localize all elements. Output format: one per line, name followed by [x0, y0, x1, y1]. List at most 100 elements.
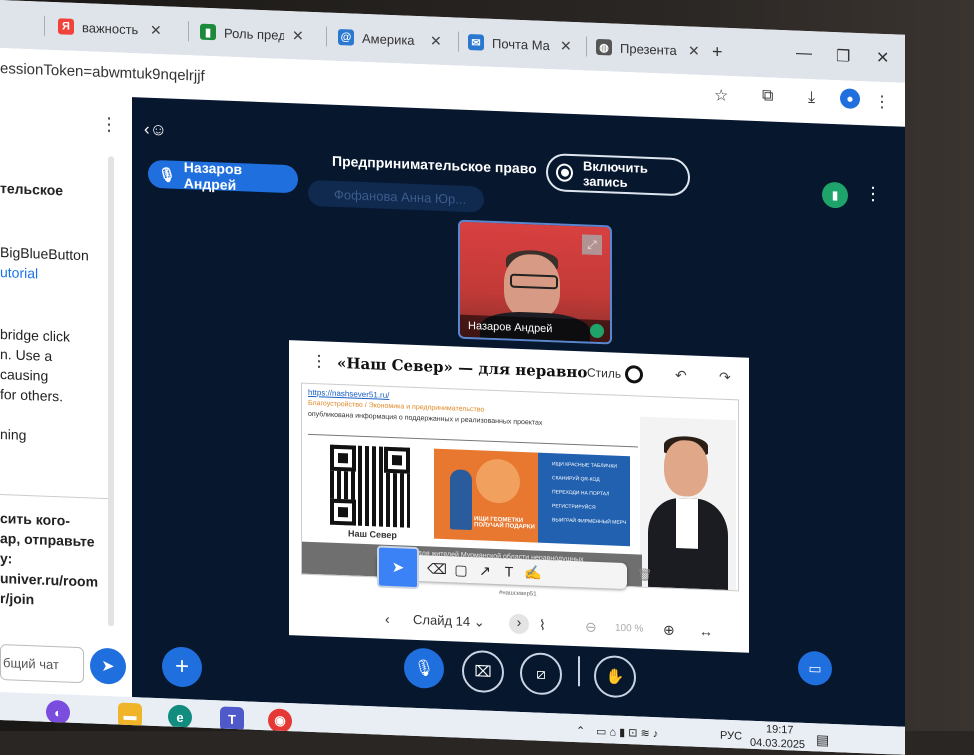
record-label: Включить запись: [583, 158, 648, 191]
arrow-tool-icon[interactable]: ↗: [473, 558, 497, 583]
chat-options-icon[interactable]: ⋮: [100, 114, 118, 136]
blue-banner: ИЩИ КРАСНЫЕ ТАБЛИЧКИ СКАНИРУЙ QR-КОД ПЕР…: [538, 452, 630, 547]
actions-plus-button[interactable]: +: [162, 646, 202, 688]
tab-label: Презента: [620, 40, 677, 58]
edge-icon[interactable]: e: [168, 704, 192, 730]
talking-indicator: 🎙 Назаров Андрей: [148, 159, 298, 194]
zoom-in-icon[interactable]: ⊕: [663, 621, 675, 638]
meeting-options-icon[interactable]: ⋮: [864, 183, 882, 205]
minimize-icon[interactable]: —: [796, 45, 812, 64]
camera-off-button[interactable]: ⌧: [462, 649, 504, 694]
record-button[interactable]: Включить запись: [546, 152, 690, 197]
blue-item: РЕГИСТРИРУЙСЯ: [552, 503, 596, 511]
qr-code-image: [330, 444, 410, 528]
tray-icons[interactable]: ▭ ⌂ ▮ ⊡ ≋ ♪: [596, 725, 658, 740]
undo-icon[interactable]: ↶: [675, 367, 687, 384]
video-mic-icon: [590, 323, 604, 339]
tab-5[interactable]: ✉ Почта Ма ✕: [468, 24, 572, 64]
language-indicator[interactable]: РУС: [720, 730, 742, 743]
fullscreen-icon[interactable]: ⤢: [582, 234, 602, 256]
style-circle-icon[interactable]: [625, 365, 643, 384]
screenshare-button[interactable]: ⧄: [520, 651, 562, 696]
tab-label: Почта Ма: [492, 35, 550, 53]
teams-icon[interactable]: T: [220, 706, 244, 732]
select-tool-icon[interactable]: ➤: [377, 545, 419, 590]
chat-scrollbar[interactable]: [108, 156, 114, 627]
clock-time[interactable]: 19:17: [766, 723, 794, 736]
close-window-icon[interactable]: ✕: [876, 48, 889, 69]
profile-icon[interactable]: ●: [840, 88, 860, 110]
browser-menu-icon[interactable]: ⋮: [874, 92, 890, 113]
notifications-icon[interactable]: ▤: [816, 731, 829, 749]
camera-off-icon: ⌧: [474, 663, 492, 681]
hand-icon: ✋: [605, 668, 625, 686]
yandex-icon: Я: [58, 18, 74, 35]
assistant-icon[interactable]: ◐: [46, 699, 70, 725]
tab-2[interactable]: Я важность ✕: [58, 8, 162, 48]
screenshare-off-icon: ⧄: [536, 665, 546, 683]
zoom-out-icon[interactable]: ⊖: [585, 618, 597, 635]
chat-input[interactable]: бщий чат: [0, 644, 84, 684]
chat-line: causing: [0, 366, 49, 384]
meeting-area: ‹☺ Предпринимательское право Включить за…: [132, 97, 905, 727]
rectangle-tool-icon[interactable]: ▢: [449, 557, 473, 582]
note-tool-icon[interactable]: ✍: [521, 560, 545, 585]
send-button[interactable]: ➤: [90, 647, 126, 685]
chat-line: у:: [0, 550, 13, 567]
eraser-tool-icon[interactable]: ⌫: [425, 556, 449, 581]
redo-icon[interactable]: ↷: [719, 369, 731, 386]
url-field[interactable]: essionToken=abwmtuk9nqelrjjf: [0, 60, 205, 85]
chat-line: univer.ru/room: [0, 570, 99, 590]
next-slide-icon[interactable]: ›: [509, 613, 529, 635]
file-explorer-icon[interactable]: ▬: [118, 702, 142, 728]
chat-line: n. Use a: [0, 346, 53, 365]
actions-divider: [578, 656, 580, 687]
tab-close-icon[interactable]: ✕: [688, 42, 700, 59]
slide-label: Слайд 14: [413, 611, 471, 630]
prev-slide-icon[interactable]: ‹: [385, 611, 390, 627]
fit-width-icon[interactable]: ↔: [699, 623, 713, 640]
presentation-toggle-button[interactable]: ▭: [798, 650, 832, 686]
extensions-icon[interactable]: ⧉: [762, 87, 773, 105]
slide-selector[interactable]: Слайд 14 ⌄: [413, 612, 485, 631]
tab-close-icon[interactable]: ✕: [150, 21, 162, 38]
qr-caption: Наш Север: [348, 528, 397, 541]
tab-close-icon[interactable]: ✕: [430, 32, 442, 49]
star-icon[interactable]: ☆: [714, 85, 728, 106]
chevron-down-icon: ⌄: [473, 614, 485, 630]
connection-status-icon[interactable]: ▮: [822, 181, 848, 209]
smart-layout-icon[interactable]: ⌇: [539, 616, 546, 633]
meeting-title: Предпринимательское право: [332, 152, 537, 177]
chat-line: ning: [0, 426, 27, 444]
webcam-video[interactable]: ⤢ Назаров Андрей: [458, 219, 612, 345]
restore-icon[interactable]: ❐: [836, 46, 850, 67]
chat-link[interactable]: utorial: [0, 264, 38, 281]
blue-item: ВЫИГРАЙ ФИРМЕННЫЙ МЕРЧ: [552, 517, 627, 527]
presentation-options-icon[interactable]: ⋮: [311, 351, 327, 372]
download-icon[interactable]: ⤓: [808, 89, 815, 107]
new-tab-button[interactable]: +: [712, 33, 723, 69]
tab-3[interactable]: ▮ Роль пред ✕: [200, 14, 304, 54]
tab-label: Америка: [362, 30, 415, 48]
presentation-area: ⋮ «Наш Север» — для неравнодушных я Стил…: [289, 340, 749, 653]
text-tool-icon[interactable]: T: [497, 559, 521, 584]
book-icon: ▮: [200, 23, 216, 41]
presentation-icon: ▭: [808, 659, 822, 677]
trash-icon[interactable]: 🗑: [637, 567, 652, 582]
blue-item: ИЩИ КРАСНЫЕ ТАБЛИЧКИ: [552, 461, 617, 470]
chrome-icon[interactable]: ◉: [268, 708, 292, 734]
clock-date[interactable]: 04.03.2025: [750, 737, 805, 751]
chat-line: r/join: [0, 590, 35, 608]
raise-hand-button[interactable]: ✋: [594, 654, 636, 699]
tab-6[interactable]: ◍ Презента ✕: [596, 29, 700, 69]
plus-icon: +: [712, 40, 723, 62]
at-icon: @: [338, 28, 354, 46]
mute-button[interactable]: 🎙: [404, 647, 444, 690]
video-person-glasses: [510, 273, 558, 290]
style-label[interactable]: Стиль: [587, 366, 621, 381]
tab-4[interactable]: @ Америка ✕: [338, 19, 442, 59]
tab-close-icon[interactable]: ✕: [292, 27, 304, 44]
portrait-shirt: [676, 497, 698, 549]
tab-close-icon[interactable]: ✕: [560, 37, 572, 54]
users-toggle-icon[interactable]: ‹☺: [144, 120, 167, 141]
